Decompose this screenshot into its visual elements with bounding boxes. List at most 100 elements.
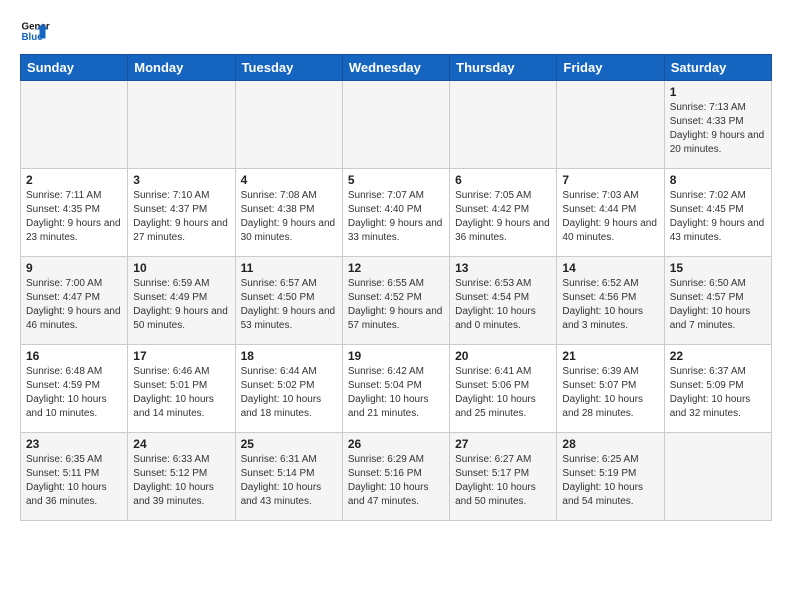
weekday-header-row: SundayMondayTuesdayWednesdayThursdayFrid…: [21, 55, 772, 81]
day-info: Sunrise: 6:33 AM Sunset: 5:12 PM Dayligh…: [133, 453, 229, 509]
calendar-cell: 9 Sunrise: 7:00 AM Sunset: 4:47 PM Daylig…: [21, 257, 128, 345]
calendar-cell: [235, 81, 342, 169]
day-number: 6: [455, 173, 551, 187]
calendar-cell: 27Sunrise: 6:27 AM Sunset: 5:17 PM Dayli…: [450, 433, 557, 521]
day-number: 17: [133, 349, 229, 363]
day-info: Sunrise: 6:52 AM Sunset: 4:56 PM Dayligh…: [562, 277, 658, 333]
weekday-header-tuesday: Tuesday: [235, 55, 342, 81]
day-number: 11: [241, 261, 337, 275]
weekday-header-sunday: Sunday: [21, 55, 128, 81]
day-info: Sunrise: 7:08 AM Sunset: 4:38 PM Dayligh…: [241, 189, 337, 245]
day-number: 15: [670, 261, 766, 275]
day-number: 21: [562, 349, 658, 363]
week-row-1: 1 Sunrise: 7:13 AM Sunset: 4:33 PM Daylig…: [21, 81, 772, 169]
calendar-cell: 7 Sunrise: 7:03 AM Sunset: 4:44 PM Daylig…: [557, 169, 664, 257]
calendar-cell: 25 Sunrise: 6:31 AM Sunset: 5:14 PM Dayli…: [235, 433, 342, 521]
day-number: 18: [241, 349, 337, 363]
day-number: 1: [670, 85, 766, 99]
day-info: Sunrise: 6:59 AM Sunset: 4:49 PM Dayligh…: [133, 277, 229, 333]
calendar-cell: 28Sunrise: 6:25 AM Sunset: 5:19 PM Dayli…: [557, 433, 664, 521]
day-info: Sunrise: 6:42 AM Sunset: 5:04 PM Dayligh…: [348, 365, 444, 421]
day-number: 3: [133, 173, 229, 187]
day-info: Sunrise: 6:48 AM Sunset: 4:59 PM Dayligh…: [26, 365, 122, 421]
day-number: 14: [562, 261, 658, 275]
calendar-cell: 15 Sunrise: 6:50 AM Sunset: 4:57 PM Dayli…: [664, 257, 771, 345]
calendar-cell: [664, 433, 771, 521]
day-number: 19: [348, 349, 444, 363]
week-row-5: 23 Sunrise: 6:35 AM Sunset: 5:11 PM Dayli…: [21, 433, 772, 521]
day-info: Sunrise: 7:07 AM Sunset: 4:40 PM Dayligh…: [348, 189, 444, 245]
calendar-cell: 20Sunrise: 6:41 AM Sunset: 5:06 PM Dayli…: [450, 345, 557, 433]
week-row-2: 2Sunrise: 7:11 AM Sunset: 4:35 PM Daylig…: [21, 169, 772, 257]
day-info: Sunrise: 6:57 AM Sunset: 4:50 PM Dayligh…: [241, 277, 337, 333]
calendar-cell: 21 Sunrise: 6:39 AM Sunset: 5:07 PM Dayli…: [557, 345, 664, 433]
calendar-cell: 12Sunrise: 6:55 AM Sunset: 4:52 PM Dayli…: [342, 257, 449, 345]
day-number: 10: [133, 261, 229, 275]
calendar-cell: 17 Sunrise: 6:46 AM Sunset: 5:01 PM Dayli…: [128, 345, 235, 433]
weekday-header-thursday: Thursday: [450, 55, 557, 81]
calendar-cell: 11 Sunrise: 6:57 AM Sunset: 4:50 PM Dayli…: [235, 257, 342, 345]
day-number: 8: [670, 173, 766, 187]
day-info: Sunrise: 6:31 AM Sunset: 5:14 PM Dayligh…: [241, 453, 337, 509]
day-info: Sunrise: 6:29 AM Sunset: 5:16 PM Dayligh…: [348, 453, 444, 509]
day-info: Sunrise: 6:39 AM Sunset: 5:07 PM Dayligh…: [562, 365, 658, 421]
calendar-cell: 19 Sunrise: 6:42 AM Sunset: 5:04 PM Dayli…: [342, 345, 449, 433]
day-number: 25: [241, 437, 337, 451]
calendar-cell: [342, 81, 449, 169]
calendar-cell: 14 Sunrise: 6:52 AM Sunset: 4:56 PM Dayli…: [557, 257, 664, 345]
logo-icon: General Blue: [20, 16, 50, 46]
day-number: 24: [133, 437, 229, 451]
day-info: Sunrise: 6:44 AM Sunset: 5:02 PM Dayligh…: [241, 365, 337, 421]
calendar-cell: 1 Sunrise: 7:13 AM Sunset: 4:33 PM Daylig…: [664, 81, 771, 169]
day-number: 13: [455, 261, 551, 275]
day-info: Sunrise: 6:53 AM Sunset: 4:54 PM Dayligh…: [455, 277, 551, 333]
calendar-cell: 22 Sunrise: 6:37 AM Sunset: 5:09 PM Dayli…: [664, 345, 771, 433]
calendar-cell: 18 Sunrise: 6:44 AM Sunset: 5:02 PM Dayli…: [235, 345, 342, 433]
day-number: 26: [348, 437, 444, 451]
weekday-header-monday: Monday: [128, 55, 235, 81]
day-info: Sunrise: 7:03 AM Sunset: 4:44 PM Dayligh…: [562, 189, 658, 245]
day-number: 9: [26, 261, 122, 275]
day-number: 22: [670, 349, 766, 363]
day-number: 7: [562, 173, 658, 187]
calendar-cell: [450, 81, 557, 169]
calendar-cell: [21, 81, 128, 169]
calendar-table: SundayMondayTuesdayWednesdayThursdayFrid…: [20, 54, 772, 521]
day-number: 23: [26, 437, 122, 451]
day-number: 12: [348, 261, 444, 275]
day-number: 5: [348, 173, 444, 187]
day-info: Sunrise: 7:05 AM Sunset: 4:42 PM Dayligh…: [455, 189, 551, 245]
day-info: Sunrise: 7:13 AM Sunset: 4:33 PM Dayligh…: [670, 101, 766, 157]
day-info: Sunrise: 6:50 AM Sunset: 4:57 PM Dayligh…: [670, 277, 766, 333]
weekday-header-wednesday: Wednesday: [342, 55, 449, 81]
calendar-cell: [128, 81, 235, 169]
calendar-cell: 2Sunrise: 7:11 AM Sunset: 4:35 PM Daylig…: [21, 169, 128, 257]
calendar-cell: 10 Sunrise: 6:59 AM Sunset: 4:49 PM Dayli…: [128, 257, 235, 345]
week-row-3: 9 Sunrise: 7:00 AM Sunset: 4:47 PM Daylig…: [21, 257, 772, 345]
weekday-header-saturday: Saturday: [664, 55, 771, 81]
calendar-cell: 4 Sunrise: 7:08 AM Sunset: 4:38 PM Daylig…: [235, 169, 342, 257]
day-info: Sunrise: 7:02 AM Sunset: 4:45 PM Dayligh…: [670, 189, 766, 245]
calendar-cell: 24 Sunrise: 6:33 AM Sunset: 5:12 PM Dayli…: [128, 433, 235, 521]
day-number: 27: [455, 437, 551, 451]
logo: General Blue: [20, 16, 50, 46]
day-info: Sunrise: 7:10 AM Sunset: 4:37 PM Dayligh…: [133, 189, 229, 245]
calendar-cell: 5 Sunrise: 7:07 AM Sunset: 4:40 PM Daylig…: [342, 169, 449, 257]
page-header: General Blue: [20, 16, 772, 46]
day-number: 28: [562, 437, 658, 451]
calendar-cell: 23 Sunrise: 6:35 AM Sunset: 5:11 PM Dayli…: [21, 433, 128, 521]
week-row-4: 16 Sunrise: 6:48 AM Sunset: 4:59 PM Dayli…: [21, 345, 772, 433]
day-info: Sunrise: 6:46 AM Sunset: 5:01 PM Dayligh…: [133, 365, 229, 421]
calendar-cell: [557, 81, 664, 169]
calendar-cell: 3 Sunrise: 7:10 AM Sunset: 4:37 PM Daylig…: [128, 169, 235, 257]
day-number: 16: [26, 349, 122, 363]
day-info: Sunrise: 7:00 AM Sunset: 4:47 PM Dayligh…: [26, 277, 122, 333]
calendar-cell: 6 Sunrise: 7:05 AM Sunset: 4:42 PM Daylig…: [450, 169, 557, 257]
day-number: 4: [241, 173, 337, 187]
day-info: Sunrise: 6:37 AM Sunset: 5:09 PM Dayligh…: [670, 365, 766, 421]
day-info: Sunrise: 6:35 AM Sunset: 5:11 PM Dayligh…: [26, 453, 122, 509]
calendar-cell: 8 Sunrise: 7:02 AM Sunset: 4:45 PM Daylig…: [664, 169, 771, 257]
day-number: 20: [455, 349, 551, 363]
calendar-cell: 26 Sunrise: 6:29 AM Sunset: 5:16 PM Dayli…: [342, 433, 449, 521]
day-info: Sunrise: 7:11 AM Sunset: 4:35 PM Dayligh…: [26, 189, 122, 245]
